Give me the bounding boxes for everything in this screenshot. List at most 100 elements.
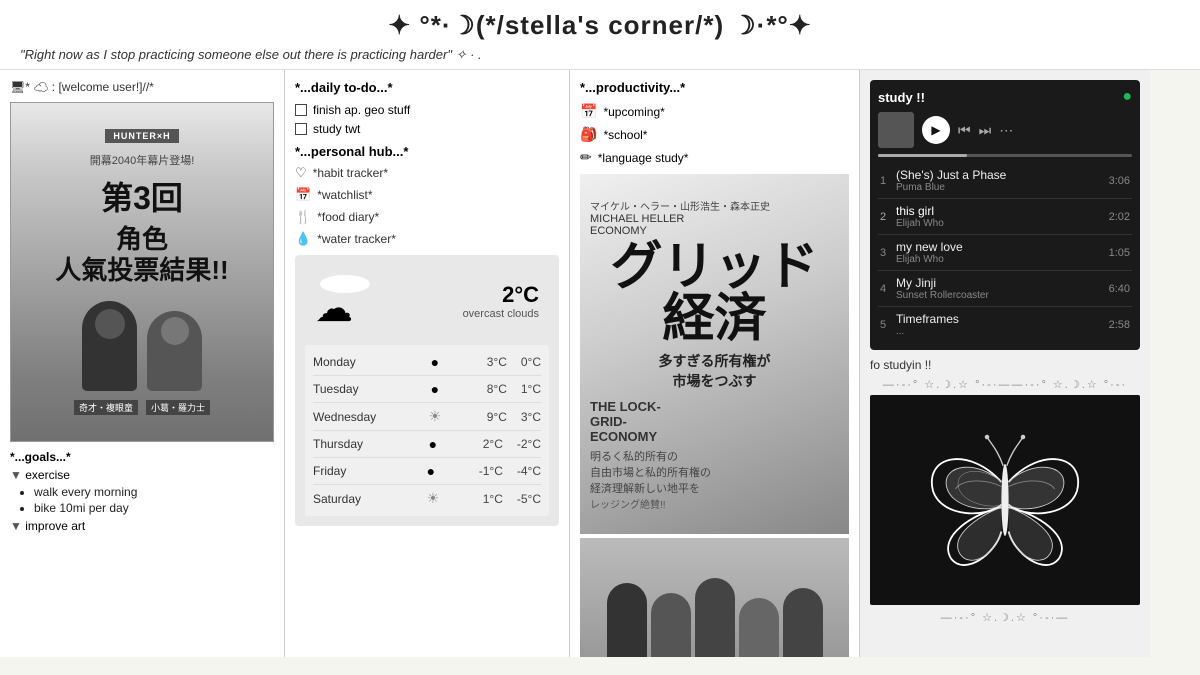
magazine-sub3: レッジング絶賛!!	[580, 496, 849, 511]
productivity-items: 📅 *upcoming* 🎒 *school* ✏ *language stud…	[580, 103, 849, 166]
track-name: Timeframes	[896, 312, 1109, 326]
magazine-kanji-big: グリッド経済	[610, 241, 818, 345]
header-quote: "Right now as I stop practicing someone …	[20, 47, 1180, 63]
track-name: my new love	[896, 240, 1109, 254]
track-artist: Puma Blue	[896, 182, 1109, 193]
track-artist: Sunset Rollercoaster	[896, 290, 1109, 301]
track-name: (She's) Just a Phase	[896, 168, 1109, 182]
forecast-saturday: Saturday ☀ 1°C -5°C	[313, 485, 541, 512]
low-temp: 0°C	[521, 355, 541, 369]
high-temp: 9°C	[487, 410, 507, 424]
school-link: *school*	[603, 128, 647, 142]
goals-title: *...goals...*	[10, 450, 274, 464]
art-category: ▼ improve art	[10, 519, 274, 533]
track-name: My Jinji	[896, 276, 1109, 290]
track-number: 3	[880, 247, 896, 259]
high-temp: 2°C	[483, 437, 503, 451]
butterfly-svg	[915, 410, 1095, 590]
day-label: Wednesday	[313, 410, 383, 424]
track-number: 1	[880, 175, 896, 187]
hub-item-food[interactable]: 🍴 *food diary*	[295, 209, 559, 225]
list-item: bike 10mi per day	[34, 501, 274, 515]
weather-icon: ●	[427, 463, 435, 479]
track-info: Timeframes ...	[896, 312, 1109, 337]
arrow-icon: ▼	[10, 519, 22, 533]
school-icon: 🎒	[580, 126, 597, 143]
manga-number: 第3回	[101, 173, 183, 219]
magazine-author: マイケル・ヘラー・山形浩生・森本正史	[580, 198, 849, 213]
track-list: 1 (She's) Just a Phase Puma Blue 3:06 2 …	[878, 163, 1132, 342]
share-icon[interactable]: ⋯	[999, 122, 1013, 139]
album-art	[878, 112, 914, 148]
track-item[interactable]: 4 My Jinji Sunset Rollercoaster 6:40	[878, 271, 1132, 307]
hub-item-water[interactable]: 💧 *water tracker*	[295, 231, 559, 247]
butterfly-image	[870, 395, 1140, 605]
col-productivity: *...productivity...* 📅 *upcoming* 🎒 *sch…	[570, 70, 860, 657]
sun-icon: ☀	[427, 490, 440, 507]
bottom-divider: —·-·° ☆.☽.☆ °·-·—	[870, 611, 1140, 624]
next-button[interactable]: ⏭	[979, 122, 992, 139]
day-label: Saturday	[313, 492, 383, 506]
goals-section: *...goals...* ▼ exercise walk every morn…	[10, 450, 274, 533]
anime-group-image	[580, 538, 849, 657]
welcome-text: 🖥* ☁ : [welcome user!]//*	[10, 80, 154, 94]
track-item[interactable]: 5 Timeframes ... 2:58	[878, 307, 1132, 342]
track-info: my new love Elijah Who	[896, 240, 1109, 265]
manga-banner: HUNTER×H	[105, 129, 178, 143]
track-duration: 2:02	[1109, 211, 1130, 223]
study-label: fo studyin !!	[870, 358, 1140, 372]
todo-text-2: study twt	[313, 122, 360, 136]
language-link: *language study*	[598, 151, 689, 165]
track-duration: 3:06	[1109, 175, 1130, 187]
checkbox-2[interactable]	[295, 123, 307, 135]
pencil-icon: ✏	[580, 149, 592, 166]
forecast-monday: Monday ● 3°C 0°C	[313, 349, 541, 376]
arrow-icon: ▼	[10, 468, 22, 482]
hub-item-watchlist[interactable]: 📅 *watchlist*	[295, 187, 559, 203]
track-item-active[interactable]: 2 this girl Elijah Who 2:02	[878, 199, 1132, 235]
divider-line: —·-·° ☆.☽.☆ °·-·——·-·° ☆.☽.☆ °·-·	[870, 378, 1140, 391]
play-button[interactable]: ▶	[922, 116, 950, 144]
prev-button[interactable]: ⏮	[958, 122, 971, 139]
low-temp: -5°C	[517, 492, 541, 506]
exercise-label: exercise	[25, 468, 70, 482]
day-label: Tuesday	[313, 382, 383, 396]
low-temp: 3°C	[521, 410, 541, 424]
welcome-bar: 🖥* ☁ : [welcome user!]//*	[10, 80, 274, 94]
prod-language[interactable]: ✏ *language study*	[580, 149, 849, 166]
calendar-icon: 📅	[580, 103, 597, 120]
spotify-logo: ●	[1122, 88, 1132, 106]
hub-item-habit[interactable]: ♡ *habit tracker*	[295, 165, 559, 181]
manga-tag-1: 奇才・複眼童	[74, 400, 138, 415]
track-item[interactable]: 1 (She's) Just a Phase Puma Blue 3:06	[878, 163, 1132, 199]
track-name: this girl	[896, 204, 1109, 218]
forecast-friday: Friday ● -1°C -4°C	[313, 458, 541, 485]
weather-desc: overcast clouds	[463, 308, 539, 320]
weather-temp-display: 2°C overcast clouds	[463, 282, 539, 320]
checkbox-1[interactable]	[295, 104, 307, 116]
prod-school[interactable]: 🎒 *school*	[580, 126, 849, 143]
track-number: 5	[880, 319, 896, 331]
header: ✦ °*·☽(*/stella's corner/*) ☽·*°✦ "Right…	[0, 0, 1200, 70]
playlist-title: study !!	[878, 90, 925, 105]
weather-widget: ☁ 2°C overcast clouds Monday ● 3°C 0°C	[295, 255, 559, 526]
track-duration: 1:05	[1109, 247, 1130, 259]
prod-upcoming[interactable]: 📅 *upcoming*	[580, 103, 849, 120]
weather-icon: ●	[431, 354, 439, 370]
progress-bar[interactable]	[878, 154, 1132, 157]
todo-item-1[interactable]: finish ap. geo stuff	[295, 103, 559, 117]
sun-icon: ☀	[429, 408, 442, 425]
weather-icon: ●	[429, 436, 437, 452]
char-1	[607, 583, 647, 657]
track-artist: Elijah Who	[896, 218, 1109, 229]
calendar-icon: 📅	[295, 187, 311, 203]
col-welcome: 🖥* ☁ : [welcome user!]//* HUNTER×H 開幕204…	[0, 70, 285, 657]
art-label: improve art	[25, 519, 85, 533]
track-item[interactable]: 3 my new love Elijah Who 1:05	[878, 235, 1132, 271]
track-info: (She's) Just a Phase Puma Blue	[896, 168, 1109, 193]
track-info: My Jinji Sunset Rollercoaster	[896, 276, 1109, 301]
manga-image: HUNTER×H 開幕2040年幕片登場! 第3回 角色人氣投票結果!! 奇才・…	[10, 102, 274, 442]
daily-title: *...daily to-do...*	[295, 80, 559, 95]
playback-controls[interactable]: ▶ ⏮ ⏭ ⋯	[878, 112, 1132, 148]
todo-item-2[interactable]: study twt	[295, 122, 559, 136]
